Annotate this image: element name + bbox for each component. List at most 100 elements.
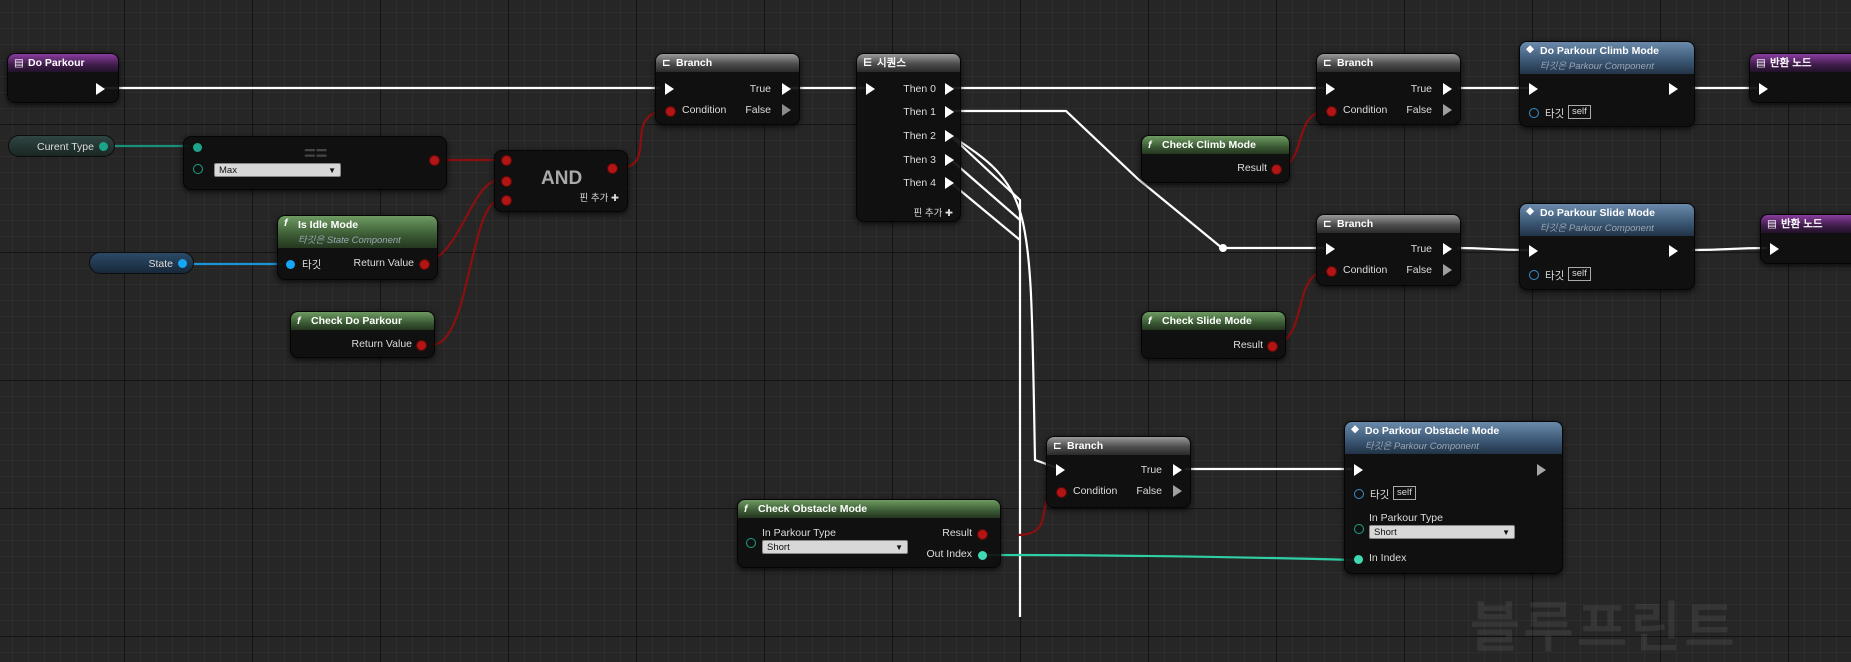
do-parkour-title: Do Parkour — [28, 57, 85, 69]
target-in-pin[interactable] — [1529, 108, 1539, 118]
exec-in-pin[interactable] — [1326, 83, 1335, 95]
enum-in-pin[interactable] — [746, 538, 756, 548]
then-0-pin[interactable] — [945, 83, 954, 95]
equals-dropdown[interactable]: Max ▼ — [214, 163, 341, 177]
bool-out-pin[interactable] — [417, 341, 426, 350]
call-function-icon: ◆ — [1351, 423, 1360, 435]
check-climb-mode-node[interactable]: f Check Climb Mode Result — [1141, 135, 1290, 183]
sequence-title: 시퀀스 — [877, 57, 906, 69]
check-slide-mode-node[interactable]: f Check Slide Mode Result — [1141, 311, 1286, 359]
exec-in-pin[interactable] — [1354, 464, 1363, 476]
call-function-icon: ◆ — [1526, 43, 1535, 55]
int-in-pin[interactable] — [1354, 555, 1363, 564]
and-node[interactable]: AND 핀 추가 ✚ — [494, 150, 628, 212]
and-add-pin-button[interactable]: 핀 추가 ✚ — [580, 190, 619, 204]
bool-out-pin[interactable] — [1272, 165, 1281, 174]
check-do-parkour-header: f Check Do Parkour — [291, 312, 434, 330]
state-variable[interactable]: State — [89, 252, 194, 274]
in-parkour-type-dropdown[interactable]: Short ▼ — [762, 540, 908, 554]
out-index-label: Out Index — [926, 548, 972, 560]
do-parkour-header: ▤ Do Parkour — [8, 54, 118, 72]
and-title: AND — [541, 168, 583, 189]
and-in-pin-a[interactable] — [502, 156, 511, 165]
then-3-pin[interactable] — [945, 154, 954, 166]
check-obstacle-title: Check Obstacle Mode — [758, 503, 868, 515]
condition-pin[interactable] — [1327, 267, 1336, 276]
true-exec-pin[interactable] — [1173, 464, 1182, 476]
sequence-node[interactable]: ⋿ 시퀀스 Then 0 Then 1 Then 2 Then 3 Then 4 … — [856, 53, 961, 222]
target-in-pin[interactable] — [286, 260, 295, 269]
exec-in-pin[interactable] — [1056, 464, 1065, 476]
bool-out-pin[interactable] — [420, 260, 429, 269]
false-exec-pin[interactable] — [1443, 264, 1452, 276]
condition-pin[interactable] — [666, 107, 675, 116]
branch-node-1[interactable]: ⊏ Branch True Condition False — [655, 53, 800, 125]
exec-out-pin[interactable] — [1537, 464, 1546, 476]
target-in-pin[interactable] — [1354, 489, 1364, 499]
check-obstacle-mode-node[interactable]: f Check Obstacle Mode In Parkour Type Sho… — [737, 499, 1001, 568]
add-pin-label: 핀 추가 — [913, 208, 943, 219]
self-value: self — [1568, 105, 1591, 119]
exec-in-pin[interactable] — [1529, 83, 1538, 95]
is-idle-mode-node[interactable]: f Is Idle Mode 타깃은 State Component 타깃 Retu… — [277, 215, 438, 280]
equals-node[interactable]: == Max ▼ — [183, 136, 447, 190]
branch-node-3[interactable]: ⊏ Branch True Condition False — [1316, 214, 1461, 286]
branch-title: Branch — [1337, 218, 1374, 230]
branch-node-4[interactable]: ⊏ Branch True Condition False — [1046, 436, 1191, 508]
and-in-pin-c[interactable] — [502, 196, 511, 205]
condition-pin[interactable] — [1327, 107, 1336, 116]
curent-type-label: Curent Type — [36, 141, 94, 153]
return-node-2[interactable]: ▤ 반환 노드 — [1760, 214, 1851, 264]
do-parkour-slide-mode-node[interactable]: ◆ Do Parkour Slide Mode 타깃은 Parkour Compon… — [1519, 203, 1695, 290]
return-icon: ▤ — [1756, 57, 1766, 69]
then-4-pin[interactable] — [945, 177, 954, 189]
then-0-label: Then 0 — [903, 83, 936, 95]
in-parkour-type-value: Short — [1374, 527, 1397, 538]
do-parkour-node[interactable]: ▤ Do Parkour — [7, 53, 119, 103]
int-out-pin[interactable] — [978, 551, 987, 560]
target-in-pin[interactable] — [1529, 270, 1539, 280]
object-out-pin[interactable] — [178, 259, 187, 268]
exec-in-pin[interactable] — [1529, 245, 1538, 257]
enum-in-pin-a[interactable] — [193, 143, 202, 152]
bool-out-pin[interactable] — [1268, 342, 1277, 351]
exec-in-pin[interactable] — [665, 83, 674, 95]
in-parkour-type-dropdown[interactable]: Short ▼ — [1369, 525, 1515, 539]
false-exec-pin[interactable] — [782, 104, 791, 116]
and-in-pin-b[interactable] — [502, 177, 511, 186]
then-2-pin[interactable] — [945, 130, 954, 142]
call-function-icon: ◆ — [1526, 205, 1535, 217]
do-parkour-obstacle-mode-node[interactable]: ◆ Do Parkour Obstacle Mode 타깃은 Parkour Com… — [1344, 421, 1563, 574]
return-node-1[interactable]: ▤ 반환 노드 — [1749, 53, 1851, 103]
exec-out-pin[interactable] — [1669, 245, 1678, 257]
true-exec-pin[interactable] — [1443, 83, 1452, 95]
exec-in-pin[interactable] — [1326, 243, 1335, 255]
self-value: self — [1393, 486, 1416, 500]
bool-out-pin[interactable] — [978, 530, 987, 539]
enum-in-pin-b[interactable] — [193, 164, 203, 174]
and-out-pin[interactable] — [608, 164, 617, 173]
branch-title: Branch — [676, 57, 713, 69]
exec-in-pin[interactable] — [1770, 243, 1779, 255]
bool-out-pin[interactable] — [430, 156, 439, 165]
enum-out-pin[interactable] — [99, 142, 108, 151]
false-exec-pin[interactable] — [1173, 485, 1182, 497]
false-exec-pin[interactable] — [1443, 104, 1452, 116]
exec-in-pin[interactable] — [1759, 83, 1768, 95]
condition-pin[interactable] — [1057, 488, 1066, 497]
branch-node-2[interactable]: ⊏ Branch True Condition False — [1316, 53, 1461, 125]
return-node-header: ▤ 반환 노드 — [1761, 215, 1851, 233]
true-exec-pin[interactable] — [782, 83, 791, 95]
then-1-pin[interactable] — [945, 106, 954, 118]
exec-out-pin[interactable] — [96, 83, 105, 95]
sequence-add-pin-button[interactable]: 핀 추가 ✚ — [914, 205, 953, 219]
check-do-parkour-node[interactable]: f Check Do Parkour Return Value — [290, 311, 435, 358]
curent-type-variable[interactable]: Curent Type — [8, 135, 115, 157]
do-parkour-climb-mode-node[interactable]: ◆ Do Parkour Climb Mode 타깃은 Parkour Compon… — [1519, 41, 1695, 127]
return-icon: ▤ — [1767, 218, 1777, 230]
true-exec-pin[interactable] — [1443, 243, 1452, 255]
check-slide-header: f Check Slide Mode — [1142, 312, 1285, 330]
exec-out-pin[interactable] — [1669, 83, 1678, 95]
enum-in-pin[interactable] — [1354, 524, 1364, 534]
exec-in-pin[interactable] — [866, 83, 875, 95]
